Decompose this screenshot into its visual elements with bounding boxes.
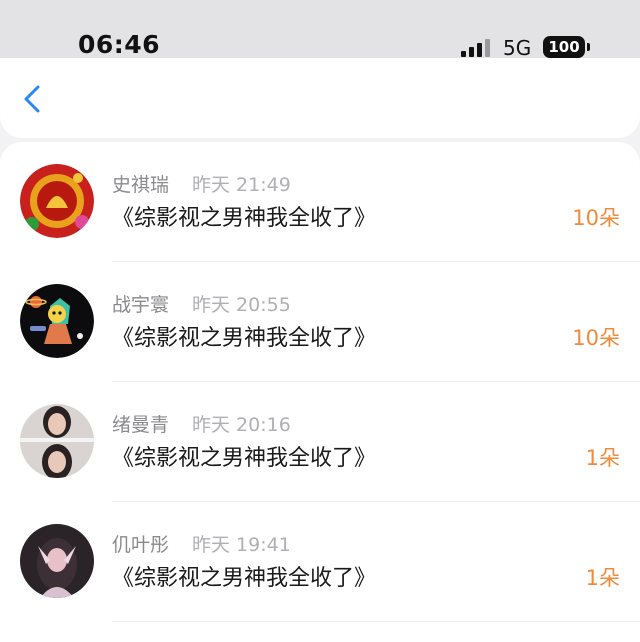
network-type: 5G <box>503 36 532 60</box>
list-item[interactable]: 战宇寰 昨天 20:55 《综影视之男神我全收了》 10朵 <box>0 262 640 382</box>
chevron-left-icon <box>24 85 40 113</box>
nav-bar <box>0 58 640 138</box>
gift-count: 10朵 <box>572 326 620 350</box>
status-time: 06:46 <box>78 30 161 59</box>
battery-icon: 100 <box>543 36 585 58</box>
sender-name: 仉叶彤 <box>112 534 170 556</box>
list-item[interactable]: 仉叶彤 昨天 19:41 《综影视之男神我全收了》 1朵 <box>0 502 640 622</box>
timestamp: 昨天 20:16 <box>192 414 291 436</box>
status-bar: 06:46 5G 100 <box>0 0 640 60</box>
sender-name: 绪曼青 <box>112 414 170 436</box>
avatar[interactable] <box>20 284 94 358</box>
sender-name: 战宇寰 <box>112 294 170 316</box>
list-item[interactable]: 史祺瑞 昨天 21:49 《综影视之男神我全收了》 10朵 <box>0 142 640 262</box>
book-title: 《综影视之男神我全收了》 <box>112 566 377 591</box>
list-item[interactable]: 绪曼青 昨天 20:16 《综影视之男神我全收了》 1朵 <box>0 382 640 502</box>
timestamp: 昨天 20:55 <box>192 294 291 316</box>
gift-count: 10朵 <box>572 206 620 230</box>
book-title: 《综影视之男神我全收了》 <box>112 446 377 471</box>
timestamp: 昨天 21:49 <box>192 174 291 196</box>
gift-count: 1朵 <box>585 566 620 590</box>
back-button[interactable] <box>18 84 48 114</box>
avatar[interactable] <box>20 164 94 238</box>
avatar[interactable] <box>20 524 94 598</box>
avatar[interactable] <box>20 404 94 478</box>
divider <box>112 621 640 622</box>
sender-name: 史祺瑞 <box>112 174 170 196</box>
timestamp: 昨天 19:41 <box>192 534 291 556</box>
signal-icon <box>461 39 491 57</box>
gift-count: 1朵 <box>585 446 620 470</box>
gift-record-list: 史祺瑞 昨天 21:49 《综影视之男神我全收了》 10朵 战宇寰 昨天 20:… <box>0 142 640 642</box>
book-title: 《综影视之男神我全收了》 <box>112 206 377 231</box>
battery-tip <box>587 43 590 51</box>
book-title: 《综影视之男神我全收了》 <box>112 326 377 351</box>
